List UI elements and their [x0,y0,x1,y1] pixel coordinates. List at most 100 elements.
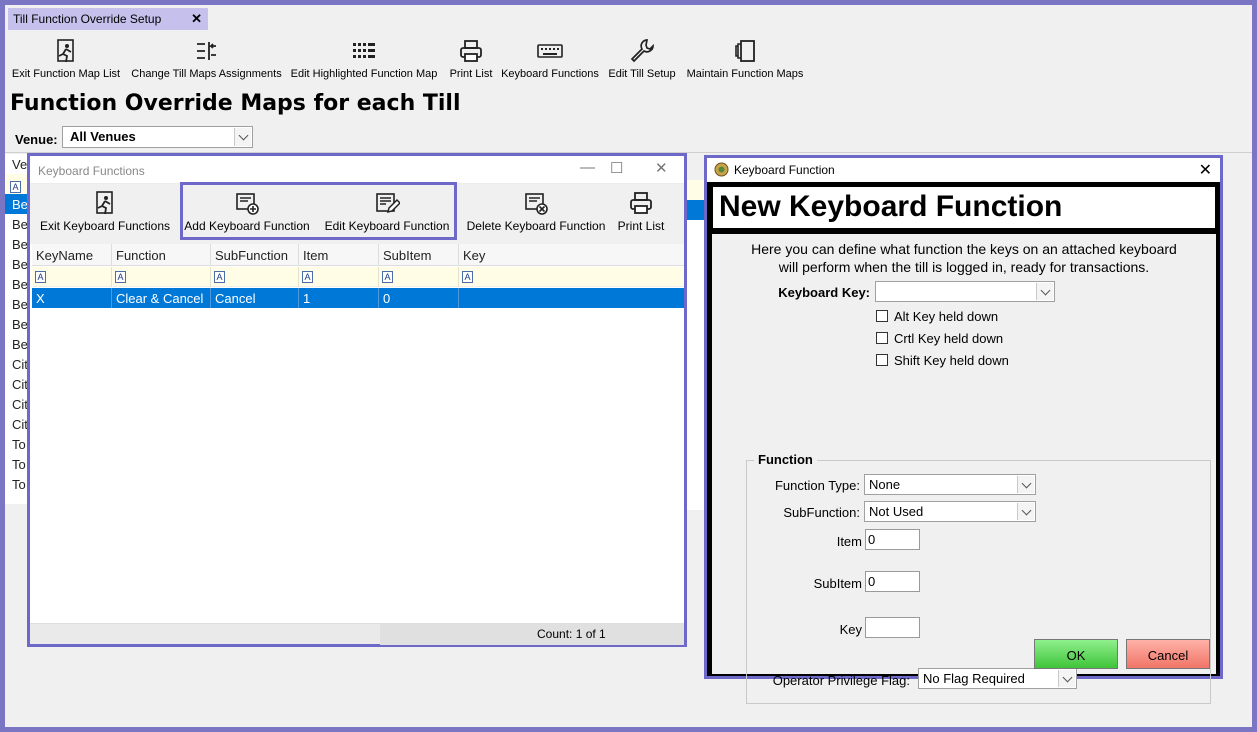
column-header-item[interactable]: Item [299,244,379,266]
app-icon [714,162,729,177]
checkbox-label: Crtl Key held down [894,331,1004,346]
new-keyboard-function-dialog: Keyboard Function ✕ New Keyboard Functio… [704,155,1223,704]
maximize-icon[interactable]: ☐ [610,159,623,177]
dialog-body: Here you can define what function the ke… [712,234,1216,704]
edit-highlighted-function-map-button[interactable]: Edit Highlighted Function Map [288,35,440,91]
keyboard-functions-button[interactable]: Keyboard Functions [500,35,600,91]
print-list-button[interactable]: Print List [616,190,666,233]
filter-icon[interactable]: A [10,181,21,193]
close-icon[interactable]: ✕ [1199,160,1212,180]
tab-bar: Till Function Override Setup ✕ [5,5,1252,31]
privilege-flag-label: Operator Privilege Flag: [772,673,910,688]
filter-cell[interactable]: A [299,267,379,287]
tab-till-function-override[interactable]: Till Function Override Setup ✕ [8,8,208,30]
function-type-select[interactable]: None [864,474,1036,495]
subfunction-select[interactable]: Not Used [864,501,1036,522]
page-title: Function Override Maps for each Till [10,91,461,116]
filter-icon[interactable]: A [35,271,46,283]
edit-till-setup-button[interactable]: Edit Till Setup [605,35,679,91]
tab-label: Till Function Override Setup [13,12,162,26]
cell-subitem: 0 [379,288,459,308]
ribbon-label: Change Till Maps Assignments [131,68,282,80]
minimize-icon[interactable]: — [580,159,595,176]
checkbox-box[interactable] [876,310,888,322]
ribbon-label: Print List [449,68,493,80]
filter-icon[interactable]: A [115,271,126,283]
key-label: Key [839,622,862,637]
change-till-maps-assignments-button[interactable]: Change Till Maps Assignments [129,35,284,91]
maintain-function-maps-button[interactable]: Maintain Function Maps [683,35,807,91]
ok-button[interactable]: OK [1034,639,1118,669]
filter-icon[interactable]: A [462,271,473,283]
function-type-label: Function Type: [774,478,860,493]
highlight-box [180,182,457,240]
status-bar: Count: 1 of 1 [30,623,684,645]
venue-select[interactable]: All Venues [62,126,253,148]
checkbox-label: Alt Key held down [894,309,999,324]
checkbox-box[interactable] [876,354,888,366]
column-header-subfunction[interactable]: SubFunction [211,244,299,266]
filter-icon[interactable]: A [382,271,393,283]
subitem-field[interactable]: 0 [865,571,920,592]
chevron-down-icon[interactable] [234,128,251,146]
column-header-key[interactable]: Key [459,244,684,266]
main-window: Till Function Override Setup ✕ Exit Func… [5,5,1252,727]
cell-item: 1 [299,288,379,308]
filter-cell[interactable]: A [459,267,684,287]
column-header-function[interactable]: Function [112,244,211,266]
dialog-heading-box: New Keyboard Function [712,186,1216,229]
grid-header: KeyName Function SubFunction Item SubIte… [32,244,684,266]
key-field[interactable] [865,617,920,638]
column-header-keyname[interactable]: KeyName [32,244,112,266]
window-title: Keyboard Functions [38,164,145,178]
chevron-down-icon[interactable] [1058,670,1075,687]
keyboard-icon [537,44,563,58]
subitem-label: SubItem [813,576,862,591]
ribbon-label: Maintain Function Maps [686,68,804,80]
keyboard-key-select[interactable] [875,281,1055,302]
exit-keyboard-functions-button[interactable]: Exit Keyboard Functions [36,190,174,233]
button-label: Delete Keyboard Function [466,219,606,233]
delete-document-icon [525,193,548,215]
filter-cell[interactable]: A [112,267,211,287]
item-label: Item [836,534,862,549]
tab-close-icon[interactable]: ✕ [191,11,202,27]
assign-icon [196,42,216,60]
subfunction-label: SubFunction: [783,505,860,520]
filter-icon[interactable]: A [214,271,225,283]
filter-cell[interactable]: A [379,267,459,287]
privilege-flag-select[interactable]: No Flag Required [918,668,1077,689]
item-field[interactable]: 0 [865,529,920,550]
filter-icon[interactable]: A [302,271,313,283]
column-header-subitem[interactable]: SubItem [379,244,459,266]
chevron-down-icon[interactable] [1017,476,1034,493]
chevron-down-icon[interactable] [1036,283,1053,300]
exit-function-map-list-button[interactable]: Exit Function Map List [10,35,122,91]
dialog-titlebar: Keyboard Function ✕ [707,158,1220,182]
ribbon-label: Exit Function Map List [11,68,121,80]
delete-keyboard-function-button[interactable]: Delete Keyboard Function [464,190,608,233]
ribbon-toolbar: Exit Function Map List Change Till Maps … [5,35,1252,91]
dialog-heading: New Keyboard Function [719,190,1063,223]
ribbon-label: Edit Till Setup [608,68,676,80]
grid-icon [353,43,375,58]
print-icon [630,192,652,214]
table-row[interactable]: X Clear & Cancel Cancel 1 0 [32,288,684,308]
dialog-title: Keyboard Function [734,163,835,177]
print-icon [460,40,482,62]
print-list-button[interactable]: Print List [446,35,496,91]
filter-cell[interactable]: A [32,267,112,287]
cancel-button[interactable]: Cancel [1126,639,1210,669]
grid-filter-strip [685,180,705,200]
checkbox-label: Shift Key held down [894,353,1009,368]
record-count: Count: 1 of 1 [380,624,684,645]
privilege-flag-value: No Flag Required [923,671,1025,686]
filter-cell[interactable]: A [211,267,299,287]
ribbon-label: Keyboard Functions [501,68,599,80]
window-titlebar: Keyboard Functions — ☐ ✕ [30,156,684,184]
button-label: Print List [617,219,665,233]
chevron-down-icon[interactable] [1017,503,1034,520]
checkbox-box[interactable] [876,332,888,344]
cell-keyname: X [32,288,112,308]
close-icon[interactable]: ✕ [655,159,668,177]
